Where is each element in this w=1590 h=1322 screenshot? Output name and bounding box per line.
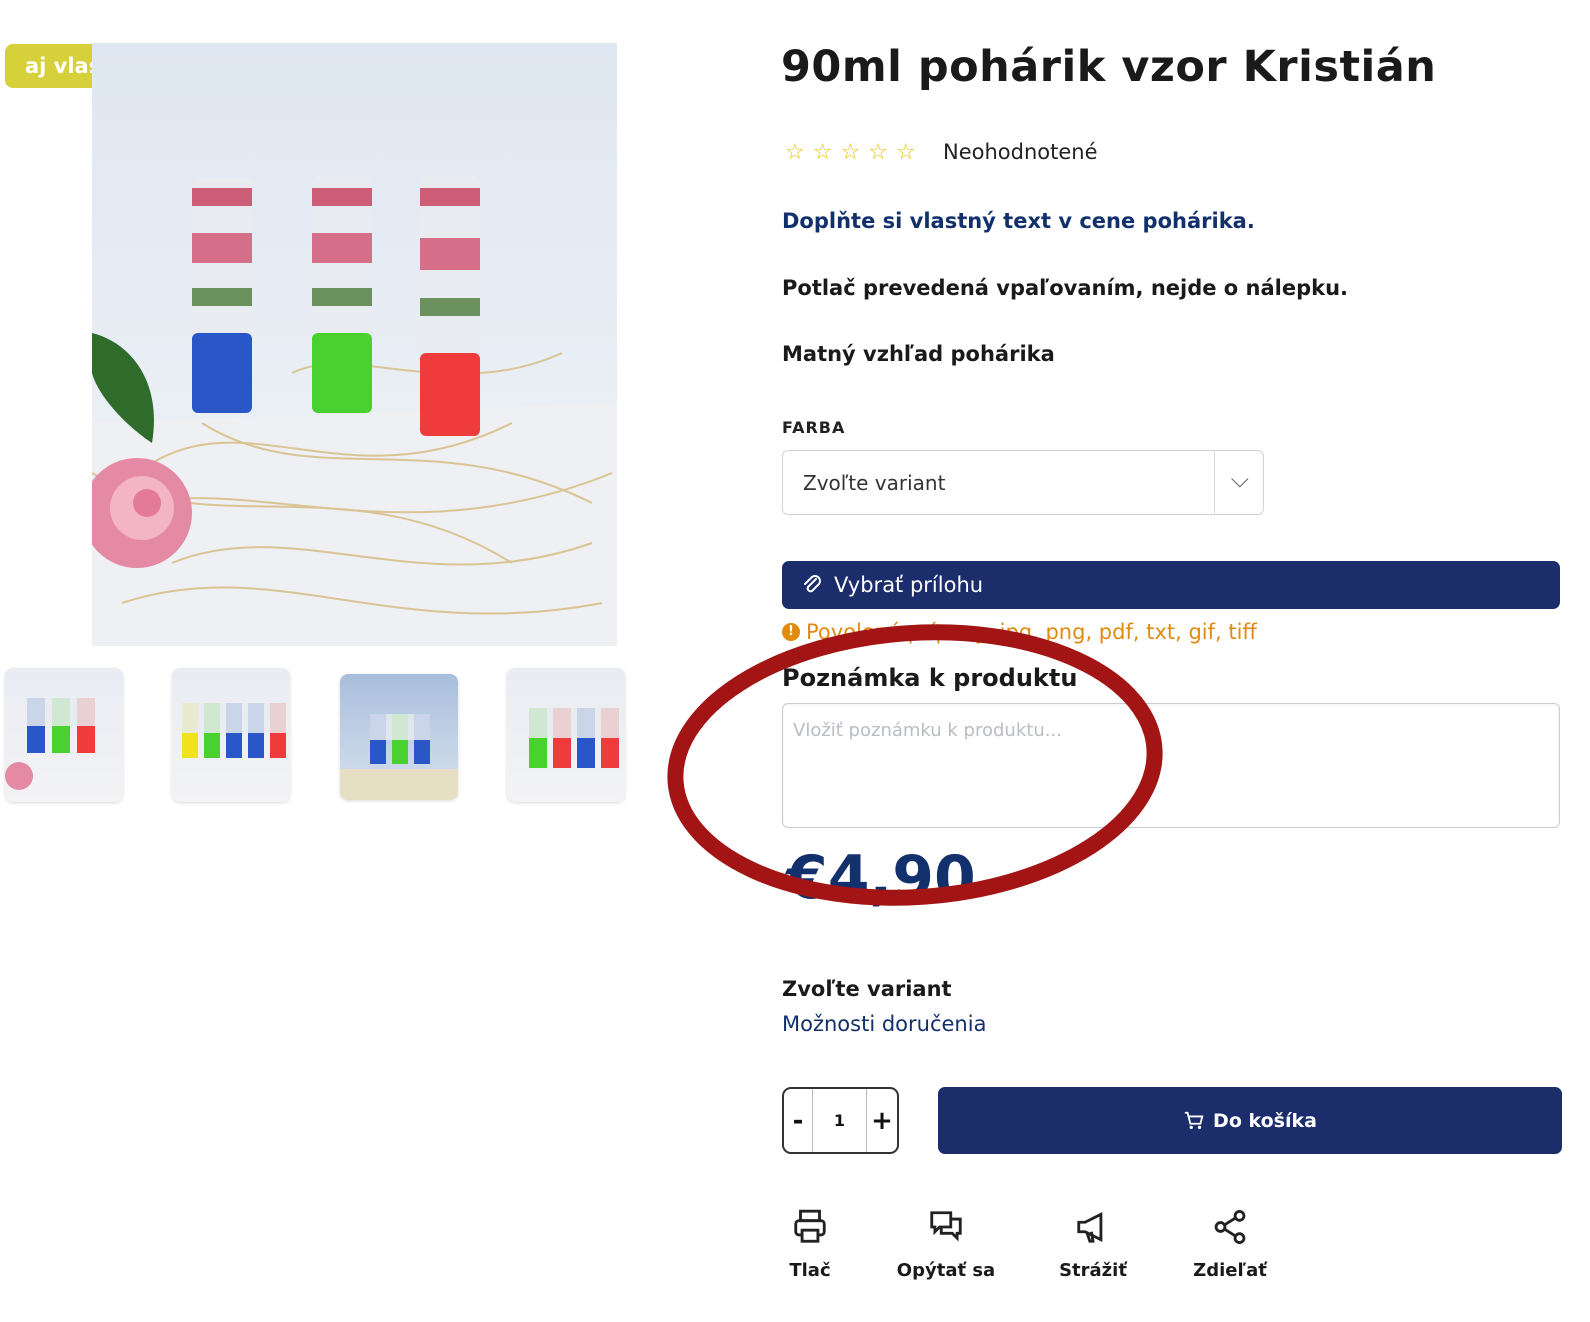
watch-label: Strážiť xyxy=(1059,1260,1127,1281)
thumbnail-4[interactable] xyxy=(507,668,625,802)
share-icon xyxy=(1214,1210,1246,1244)
main-product-image[interactable] xyxy=(92,43,617,646)
description-print: Potlač prevedená vpaľovaním, nejde o nál… xyxy=(782,276,1349,300)
share-action[interactable]: Zdieľať xyxy=(1175,1208,1285,1281)
select-value: Zvoľte variant xyxy=(803,471,946,495)
delivery-options-link[interactable]: Možnosti doručenia xyxy=(782,1012,986,1036)
rating-text: Neohodnotené xyxy=(943,140,1098,164)
attachment-button-label: Vybrať prílohu xyxy=(834,573,984,597)
allowed-extensions-note: ! Povolené prípony: jpg, png, pdf, txt, … xyxy=(782,620,1257,644)
availability-title: Zvoľte variant xyxy=(782,977,952,1001)
watch-action[interactable]: Strážiť xyxy=(1038,1208,1148,1281)
note-placeholder: Vložiť poznámku k produktu... xyxy=(793,720,1062,741)
paperclip-icon xyxy=(804,575,821,593)
star-icon[interactable]: ☆ xyxy=(868,140,888,165)
color-label: FARBA xyxy=(782,418,846,437)
star-icon[interactable]: ☆ xyxy=(840,140,860,165)
printer-icon xyxy=(794,1209,826,1243)
product-note-label: Poznámka k produktu xyxy=(782,664,1078,692)
warning-icon: ! xyxy=(782,623,800,641)
thumbnail-1[interactable] xyxy=(5,668,123,802)
quantity-increase-button[interactable]: + xyxy=(866,1089,897,1152)
thumbnail-2[interactable] xyxy=(172,668,290,802)
quantity-stepper[interactable]: - 1 + xyxy=(782,1087,899,1154)
star-icon[interactable]: ☆ xyxy=(813,140,833,165)
product-title: 90ml pohárik vzor Kristián xyxy=(781,42,1437,92)
print-action[interactable]: Tlač xyxy=(755,1208,865,1281)
choose-attachment-button[interactable]: Vybrať prílohu xyxy=(782,561,1560,609)
product-note-textarea[interactable]: Vložiť poznámku k produktu... xyxy=(782,703,1560,828)
star-icon[interactable]: ☆ xyxy=(896,140,916,165)
share-label: Zdieľať xyxy=(1193,1260,1267,1281)
product-price: €4,90 xyxy=(786,843,976,913)
thumbnail-3[interactable] xyxy=(340,674,458,800)
quantity-value[interactable]: 1 xyxy=(813,1089,866,1152)
ask-label: Opýtať sa xyxy=(896,1260,996,1281)
print-label: Tlač xyxy=(789,1260,831,1281)
color-variant-select[interactable]: Zvoľte variant ⌵ xyxy=(782,450,1264,515)
allowed-extensions-text: Povolené prípony: jpg, png, pdf, txt, gi… xyxy=(806,620,1257,644)
description-custom-text: Doplňte si vlastný text v cene pohárika. xyxy=(782,209,1255,233)
rating-stars[interactable]: ☆ ☆ ☆ ☆ ☆ xyxy=(785,140,916,165)
add-to-cart-button[interactable]: Do košíka xyxy=(938,1087,1562,1154)
cart-icon xyxy=(1184,1111,1204,1129)
chevron-down-icon[interactable]: ⌵ xyxy=(1231,465,1249,493)
quantity-decrease-button[interactable]: - xyxy=(784,1089,813,1152)
megaphone-icon xyxy=(1077,1212,1103,1243)
select-divider xyxy=(1214,451,1215,514)
chat-icon xyxy=(930,1211,962,1242)
ask-action[interactable]: Opýtať sa xyxy=(891,1208,1001,1281)
cart-button-label: Do košíka xyxy=(1213,1109,1317,1132)
star-icon[interactable]: ☆ xyxy=(785,140,805,165)
description-matte: Matný vzhľad pohárika xyxy=(782,342,1055,366)
